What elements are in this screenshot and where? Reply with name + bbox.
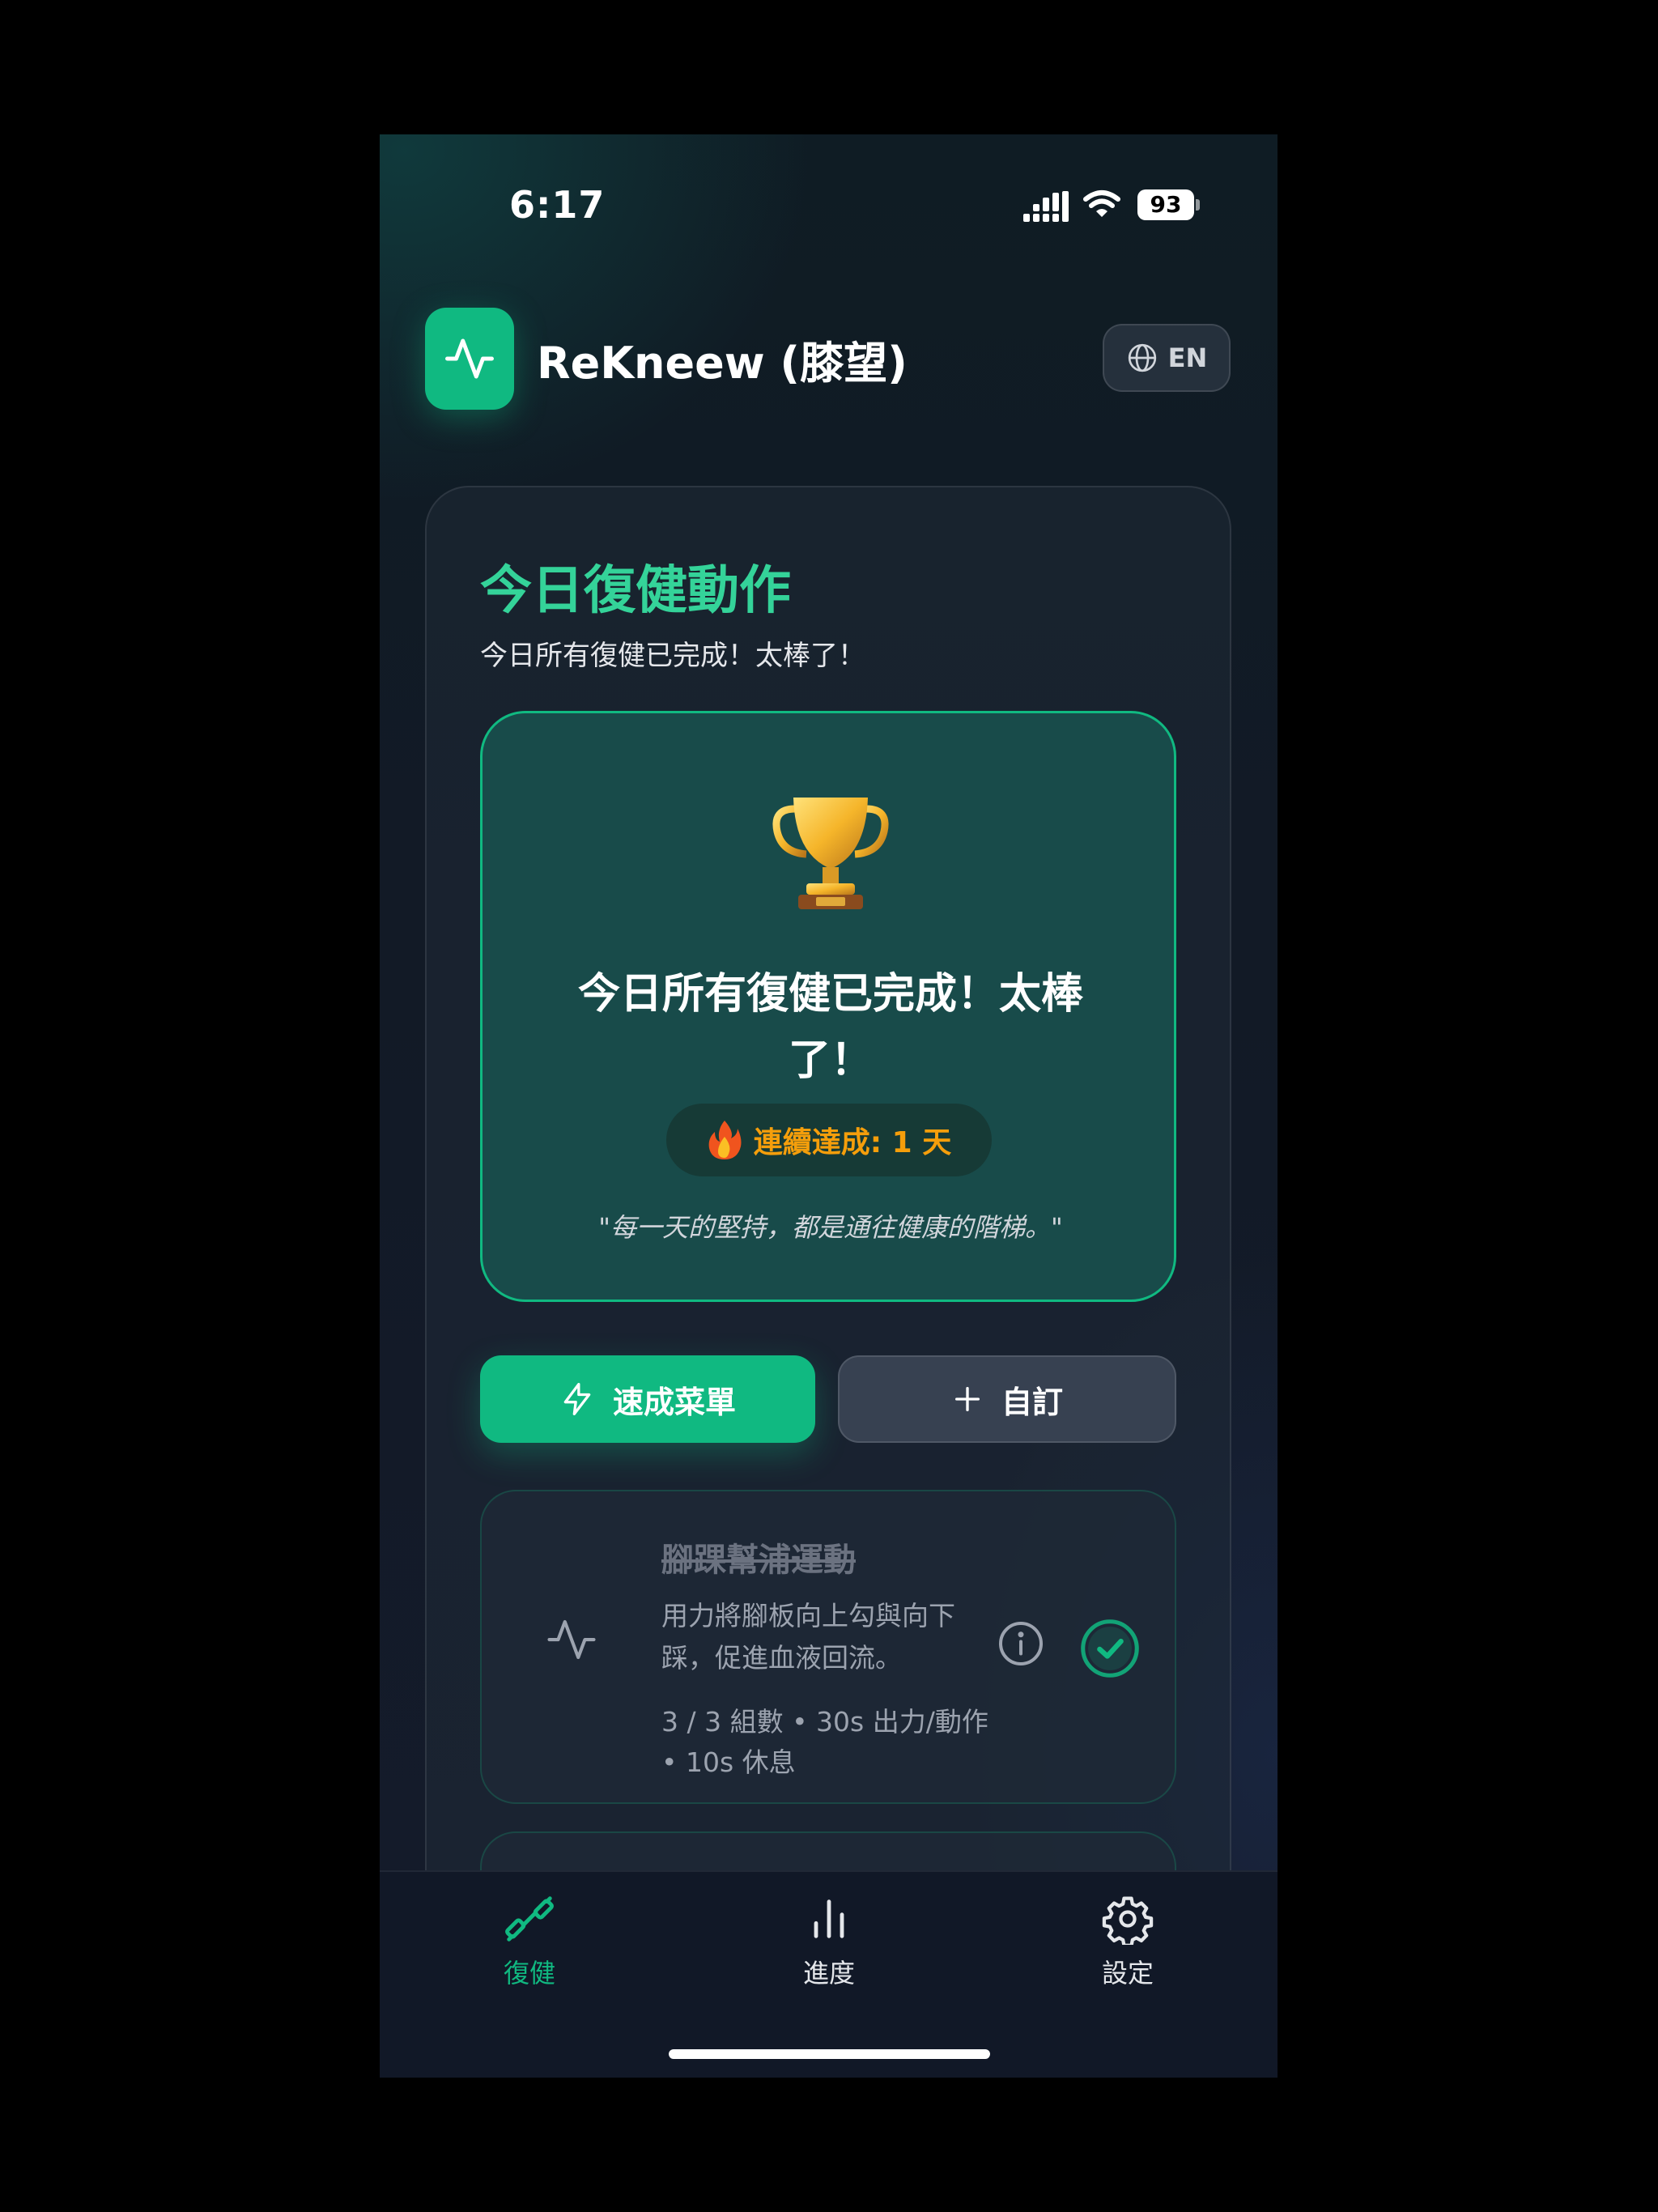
tab-settings-label: 設定 xyxy=(1101,1958,1154,1989)
section-subtitle: 今日所有復健已完成！太棒了！ xyxy=(480,640,865,672)
wifi-icon xyxy=(1083,190,1120,217)
completed-check-icon[interactable] xyxy=(1079,1618,1141,1679)
exercise-description: 用力將腳板向上勾與向下踩，促進血液回流。 xyxy=(661,1600,955,1674)
custom-exercise-button[interactable]: 自訂 xyxy=(838,1355,1176,1443)
language-label: EN xyxy=(1167,342,1208,373)
dumbbell-icon xyxy=(505,1896,554,1942)
streak-label: 連續達成: 1 天 xyxy=(753,1126,952,1159)
streak-badge: 連續達成: 1 天 xyxy=(666,1104,992,1176)
language-toggle-button[interactable]: EN xyxy=(1103,324,1231,392)
info-icon[interactable] xyxy=(997,1619,1045,1668)
cellular-signal-icon xyxy=(1023,191,1069,222)
battery-cap xyxy=(1196,199,1200,211)
exercise-name: 腳踝幫浦運動 xyxy=(661,1542,856,1579)
globe-icon xyxy=(1128,343,1156,372)
pulse-icon xyxy=(547,1619,596,1660)
tab-settings[interactable]: 設定 xyxy=(1047,1893,1209,1990)
bottom-tab-bar: 復健 進度 設定 xyxy=(380,1870,1278,2078)
exercise-meta: 3 / 3 組數 • 30s 出力/動作 • 10s 休息 xyxy=(661,1706,988,1778)
battery-indicator: 93 xyxy=(1137,189,1194,220)
tab-progress[interactable]: 進度 xyxy=(748,1893,910,1990)
quick-menu-button[interactable]: 速成菜單 xyxy=(480,1355,815,1443)
tab-rehab-label: 復健 xyxy=(503,1958,555,1989)
app-title: ReKneew (膝望) xyxy=(537,338,908,389)
gear-icon xyxy=(1102,1896,1154,1947)
completion-title: 今日所有復健已完成！太棒了！ xyxy=(577,970,1083,1085)
home-indicator xyxy=(669,2049,990,2059)
section-title: 今日復健動作 xyxy=(480,561,791,621)
status-bar: 6:17 93 xyxy=(380,134,1278,280)
exercise-card[interactable]: 腳踝幫浦運動 用力將腳板向上勾與向下踩，促進血液回流。 3 / 3 組數 • 3… xyxy=(480,1490,1176,1804)
tab-rehab[interactable]: 復健 xyxy=(449,1893,610,1990)
lightning-icon xyxy=(563,1383,591,1415)
tab-progress-label: 進度 xyxy=(802,1958,855,1989)
phone-screen: 6:17 93 ReKneew (膝望) EN 今日復健動作 今日所有復健已完成… xyxy=(380,134,1278,2078)
trophy-icon xyxy=(772,798,889,909)
status-time: 6:17 xyxy=(509,183,606,227)
fire-icon xyxy=(708,1121,742,1159)
motivational-quote: "每一天的堅持，都是通往健康的階梯。" xyxy=(598,1212,1063,1243)
app-logo xyxy=(425,308,514,410)
bar-chart-icon xyxy=(814,1899,844,1938)
quick-menu-label: 速成菜單 xyxy=(612,1384,736,1420)
plus-icon xyxy=(954,1387,980,1411)
custom-label: 自訂 xyxy=(1001,1384,1063,1420)
pulse-icon xyxy=(445,338,494,379)
completion-card: 今日所有復健已完成！太棒了！ 連續達成: 1 天 "每一天的堅持，都是通往健康的… xyxy=(480,711,1176,1302)
